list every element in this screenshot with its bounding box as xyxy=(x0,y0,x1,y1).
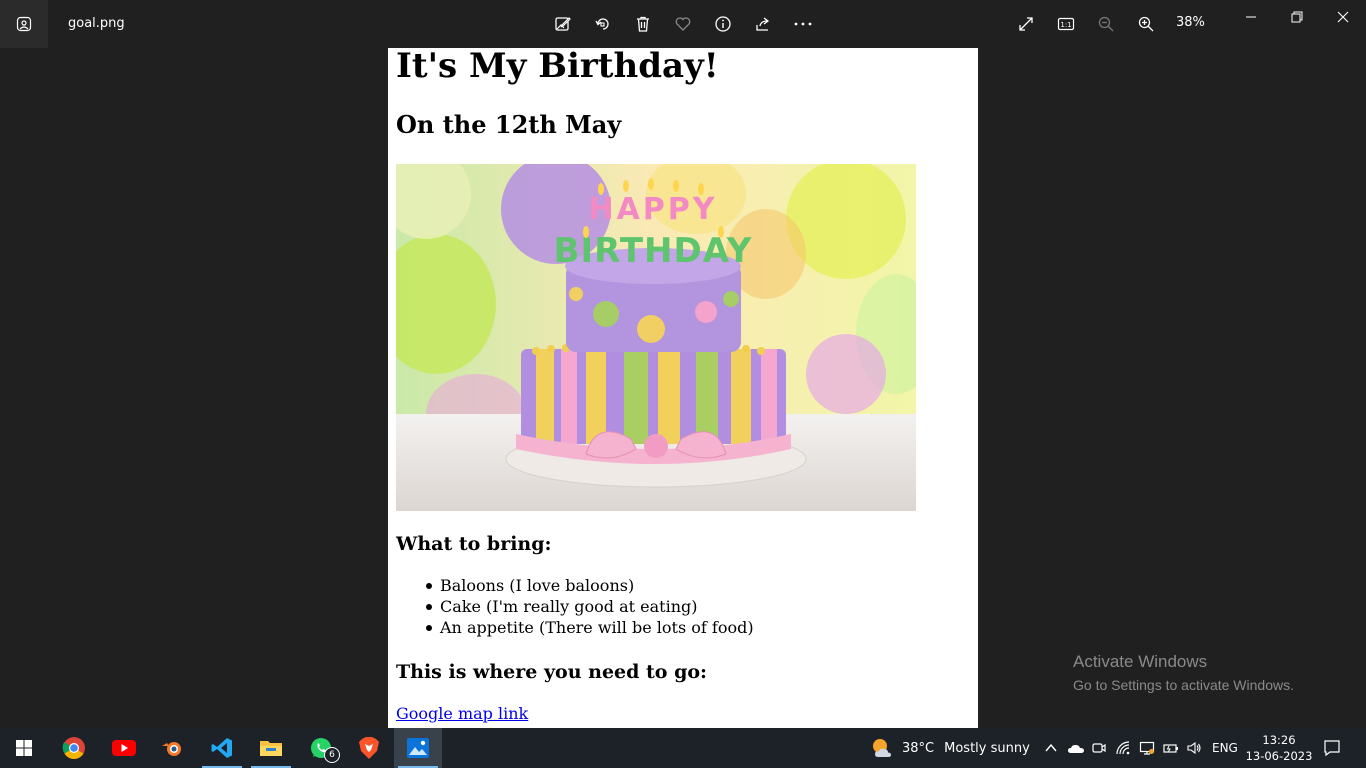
notifications-icon[interactable] xyxy=(1323,739,1341,761)
more-options-icon[interactable] xyxy=(792,13,814,35)
cake-candle-text: HAPPY xyxy=(588,192,717,227)
close-icon[interactable] xyxy=(1334,8,1352,26)
page-title: It's My Birthday! xyxy=(396,48,719,86)
rotate-icon[interactable] xyxy=(592,13,614,35)
zoom-out-icon[interactable] xyxy=(1095,13,1117,35)
notification-badge: 6 xyxy=(324,747,340,763)
taskbar: 6 38°C Mostly sunny ENG 13:26 13-06-2023 xyxy=(0,728,1366,768)
time: 13:26 xyxy=(1262,733,1296,747)
list-item: Baloons (I love baloons) xyxy=(418,575,754,596)
wifi-icon[interactable] xyxy=(1115,740,1131,756)
temperature: 38°C xyxy=(902,740,935,756)
info-icon[interactable] xyxy=(712,13,734,35)
minimize-icon[interactable] xyxy=(1242,8,1260,26)
start-button[interactable] xyxy=(0,728,48,768)
brave-icon[interactable] xyxy=(345,728,393,768)
youtube-icon[interactable] xyxy=(100,728,148,768)
bring-list: Baloons (I love baloons) Cake (I'm reall… xyxy=(418,575,754,638)
windows-logo-icon xyxy=(16,740,32,756)
full-screen-icon[interactable] xyxy=(1015,13,1037,35)
zoom-level[interactable]: 38% xyxy=(1176,15,1205,30)
weather-widget[interactable]: 38°C Mostly sunny xyxy=(870,728,1030,768)
go-heading: This is where you need to go: xyxy=(396,661,708,683)
vscode-icon[interactable] xyxy=(198,728,246,768)
list-item: Cake (I'm really good at eating) xyxy=(418,596,754,617)
activate-windows-subtitle: Go to Settings to activate Windows. xyxy=(1073,677,1294,693)
blender-icon[interactable] xyxy=(148,728,196,768)
list-item: An appetite (There will be lots of food) xyxy=(418,617,754,638)
title-bar: goal.png 1:1 38% xyxy=(0,0,1366,48)
chevron-up-icon[interactable] xyxy=(1043,740,1059,756)
clock[interactable]: 13:26 13-06-2023 xyxy=(1244,732,1314,764)
google-map-link[interactable]: Google map link xyxy=(396,704,528,723)
favorite-heart-icon[interactable] xyxy=(672,13,694,35)
photos-app-taskbar-icon[interactable] xyxy=(394,728,442,768)
restore-icon[interactable] xyxy=(1288,8,1306,26)
onedrive-icon[interactable] xyxy=(1067,740,1084,756)
bring-heading: What to bring: xyxy=(396,533,552,555)
weather-text: Mostly sunny xyxy=(944,740,1030,756)
share-icon[interactable] xyxy=(752,13,774,35)
delete-icon[interactable] xyxy=(632,13,654,35)
actual-size-icon[interactable]: 1:1 xyxy=(1055,13,1077,35)
svg-text:1:1: 1:1 xyxy=(1060,21,1071,29)
edit-image-icon[interactable] xyxy=(552,13,574,35)
date: 13-06-2023 xyxy=(1245,749,1313,763)
file-explorer-icon[interactable] xyxy=(247,728,295,768)
whatsapp-icon[interactable]: 6 xyxy=(297,728,345,768)
image-canvas: It's My Birthday! On the 12th May HAPPY … xyxy=(388,48,978,728)
file-name: goal.png xyxy=(68,16,125,31)
volume-icon[interactable] xyxy=(1186,740,1202,756)
zoom-in-icon[interactable] xyxy=(1135,13,1157,35)
language-indicator[interactable]: ENG xyxy=(1212,741,1238,755)
battery-icon[interactable] xyxy=(1163,740,1179,756)
birthday-cake-image: HAPPY BIRTHDAY xyxy=(396,164,916,511)
activate-windows-title: Activate Windows xyxy=(1073,652,1208,671)
chrome-icon[interactable] xyxy=(50,728,98,768)
partly-sunny-icon xyxy=(873,739,891,757)
screen-share-icon[interactable] xyxy=(1139,740,1155,756)
date-heading: On the 12th May xyxy=(396,110,622,139)
meet-camera-icon[interactable] xyxy=(1091,740,1107,756)
photos-app-icon[interactable] xyxy=(0,0,48,48)
